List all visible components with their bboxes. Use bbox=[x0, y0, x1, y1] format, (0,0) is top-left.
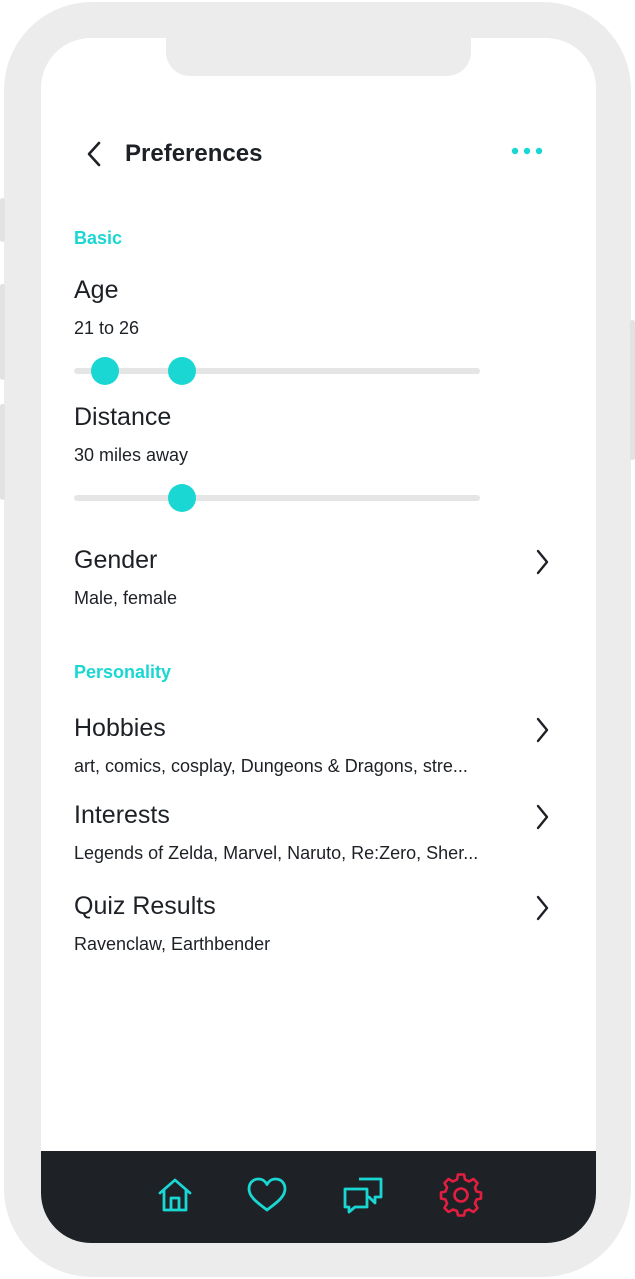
hobbies-label: Hobbies bbox=[74, 714, 166, 742]
interests-value: Legends of Zelda, Marvel, Naruto, Re:Zer… bbox=[74, 843, 479, 863]
distance-slider[interactable] bbox=[74, 478, 480, 518]
distance-slider-track bbox=[74, 495, 480, 501]
home-icon bbox=[158, 1178, 192, 1212]
gear-icon bbox=[439, 1173, 483, 1217]
back-button[interactable] bbox=[81, 139, 109, 169]
app-screen: Preferences Basic Age 21 to 26 Distance … bbox=[41, 38, 596, 1243]
gender-value: Male, female bbox=[74, 588, 178, 608]
interests-row[interactable]: Interests Legends of Zelda, Marvel, Naru… bbox=[41, 798, 596, 868]
chevron-right-icon bbox=[536, 717, 549, 743]
chevron-right-icon bbox=[536, 549, 549, 575]
page-title: Preferences bbox=[125, 140, 263, 167]
more-horizontal-icon bbox=[511, 147, 543, 155]
quiz-results-label: Quiz Results bbox=[74, 892, 216, 920]
age-value: 21 to 26 bbox=[74, 318, 140, 338]
bottom-nav-bar bbox=[41, 1151, 596, 1243]
nav-favorites-button[interactable] bbox=[243, 1171, 291, 1219]
distance-slider-thumb[interactable] bbox=[167, 484, 196, 512]
hobbies-row[interactable]: Hobbies art, comics, cosplay, Dungeons &… bbox=[41, 711, 596, 781]
chevron-left-icon bbox=[87, 141, 101, 167]
age-range-slider[interactable] bbox=[74, 351, 480, 391]
chevron-right-icon bbox=[536, 895, 549, 921]
chat-icon bbox=[343, 1177, 383, 1214]
section-title-personality: Personality bbox=[74, 662, 172, 682]
side-button-power bbox=[630, 320, 635, 460]
chevron-right-icon bbox=[536, 804, 549, 830]
nav-home-button[interactable] bbox=[151, 1171, 199, 1219]
age-slider-max-thumb[interactable] bbox=[167, 357, 196, 385]
distance-label: Distance bbox=[74, 403, 172, 431]
quiz-results-row[interactable]: Quiz Results Ravenclaw, Earthbender bbox=[41, 889, 596, 959]
nav-settings-button[interactable] bbox=[437, 1171, 485, 1219]
quiz-results-value: Ravenclaw, Earthbender bbox=[74, 934, 271, 954]
heart-icon bbox=[247, 1177, 287, 1212]
age-slider-min-thumb[interactable] bbox=[91, 357, 120, 385]
side-button-mute bbox=[0, 198, 5, 242]
phone-notch bbox=[166, 38, 471, 76]
age-label: Age bbox=[74, 276, 119, 304]
header-bar: Preferences bbox=[41, 133, 596, 183]
age-slider-track bbox=[74, 368, 480, 374]
section-title-basic: Basic bbox=[74, 228, 123, 248]
more-button[interactable] bbox=[507, 137, 547, 165]
distance-value: 30 miles away bbox=[74, 445, 189, 465]
side-button-volume-up bbox=[0, 284, 5, 380]
side-button-volume-down bbox=[0, 404, 5, 500]
gender-label: Gender bbox=[74, 546, 158, 574]
interests-label: Interests bbox=[74, 801, 170, 829]
gender-row[interactable]: Gender Male, female bbox=[41, 543, 596, 613]
nav-messages-button[interactable] bbox=[339, 1171, 387, 1219]
hobbies-value: art, comics, cosplay, Dungeons & Dragons… bbox=[74, 756, 468, 776]
